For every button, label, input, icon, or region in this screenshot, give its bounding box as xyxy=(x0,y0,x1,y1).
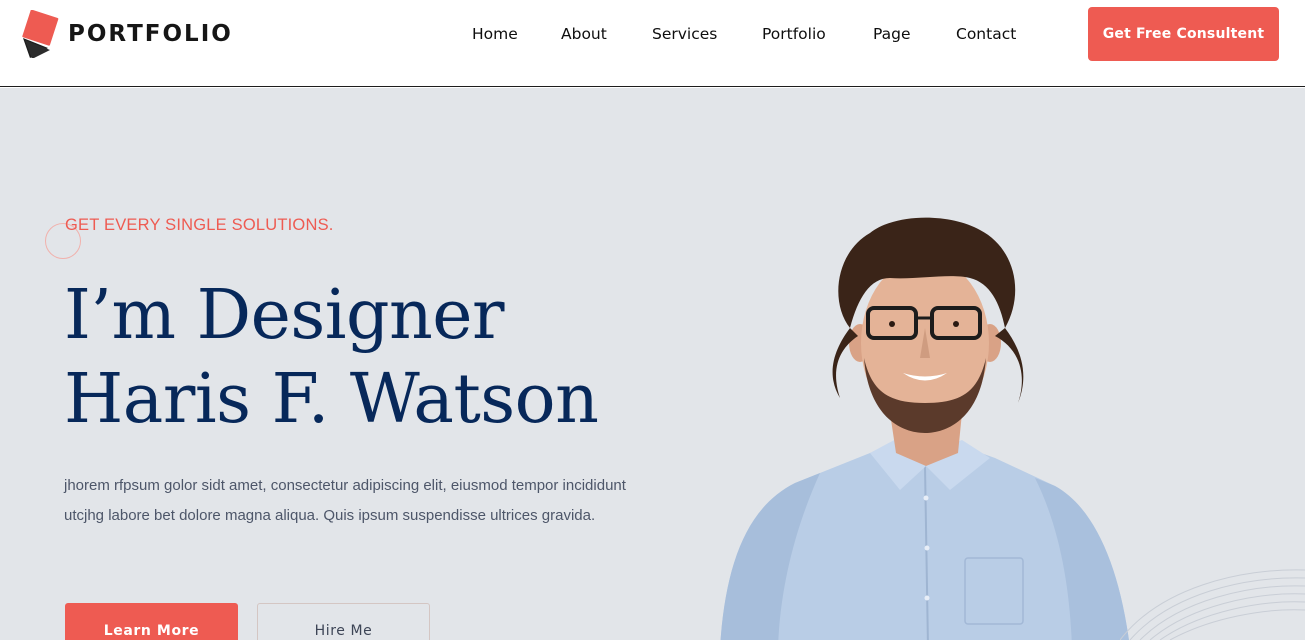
learn-more-button[interactable]: Learn More xyxy=(65,603,238,640)
hero-section: GET EVERY SINGLE SOLUTIONS. I’m Designer… xyxy=(0,88,1305,640)
nav-home[interactable]: Home xyxy=(472,22,518,46)
decorative-arcs xyxy=(1120,569,1305,640)
nav-portfolio[interactable]: Portfolio xyxy=(762,22,826,46)
hero-title-line-1: I’m Designer xyxy=(64,276,505,355)
get-free-consultent-button[interactable]: Get Free Consultent xyxy=(1088,7,1279,61)
hire-me-button[interactable]: Hire Me xyxy=(257,603,430,640)
hero-title-line-2: Haris F. Watson xyxy=(64,360,599,439)
hero-eyebrow: GET EVERY SINGLE SOLUTIONS. xyxy=(65,216,334,234)
hero-description: jhorem rfpsum golor sidt amet, consectet… xyxy=(64,477,626,524)
nav-about[interactable]: About xyxy=(561,22,607,46)
designer-portrait-image xyxy=(720,217,1129,640)
nav-contact[interactable]: Contact xyxy=(956,22,1016,46)
site-header: PORTFOLIO Home About Services Portfolio … xyxy=(0,0,1305,87)
nav-page[interactable]: Page xyxy=(873,22,911,46)
nav-services[interactable]: Services xyxy=(652,22,717,46)
hero-title: I’m Designer Haris F. Watson xyxy=(64,274,599,442)
